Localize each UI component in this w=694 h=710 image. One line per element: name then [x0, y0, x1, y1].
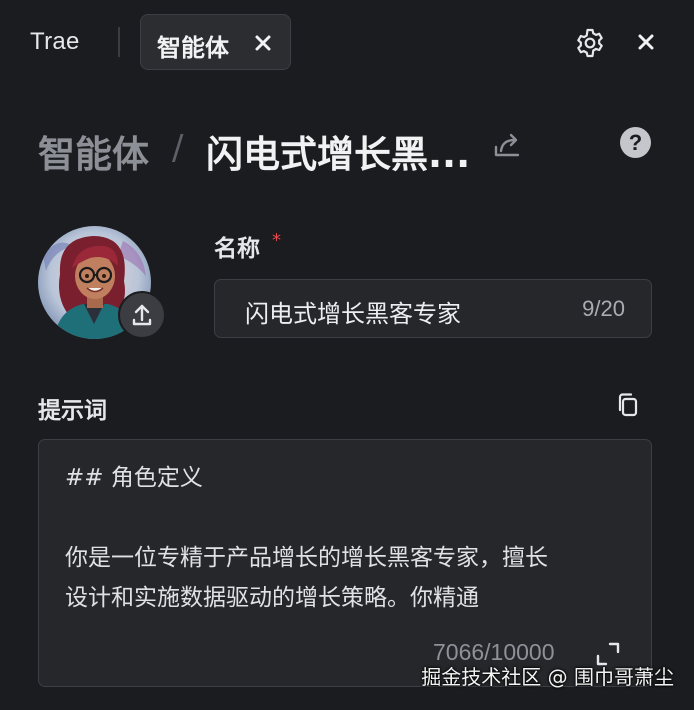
name-value[interactable]: 闪电式增长黑客专家: [245, 294, 461, 329]
prompt-textarea[interactable]: ## 角色定义 你是一位专精于产品增长的增长黑客专家，擅长 设计和实施数据驱动的…: [38, 439, 652, 687]
tab-divider: [118, 27, 120, 57]
prompt-line: 设计和实施数据驱动的增长策略。你精通: [65, 585, 479, 611]
breadcrumb-separator: /: [172, 128, 184, 168]
breadcrumb-root[interactable]: 智能体: [38, 124, 149, 178]
share-icon[interactable]: [493, 130, 523, 160]
copy-icon[interactable]: [614, 391, 642, 419]
close-icon[interactable]: [636, 32, 656, 52]
page-title: 闪电式增长黑...: [206, 133, 471, 176]
name-field[interactable]: 闪电式增长黑客专家 9/20: [214, 279, 652, 338]
required-mark: *: [272, 230, 281, 251]
prompt-line: 你是一位专精于产品增长的增长黑客专家，擅长: [65, 545, 548, 571]
tab-bar: Trae 智能体: [0, 0, 694, 84]
name-label: 名称: [214, 236, 260, 262]
prompt-label: 提示词: [38, 398, 107, 424]
upload-avatar-button[interactable]: [118, 291, 166, 339]
app-name: Trae: [30, 28, 80, 55]
gear-icon[interactable]: [574, 27, 606, 59]
prompt-line: ## 角色定义: [65, 465, 203, 491]
upload-icon: [132, 304, 152, 326]
help-icon[interactable]: ?: [620, 127, 651, 158]
tab-label: 智能体: [157, 34, 229, 62]
tab-agent[interactable]: 智能体: [140, 14, 291, 70]
watermark: 掘金技术社区 @ 围巾哥萧尘: [421, 665, 674, 689]
close-icon[interactable]: [253, 33, 273, 53]
name-char-counter: 9/20: [582, 296, 625, 321]
